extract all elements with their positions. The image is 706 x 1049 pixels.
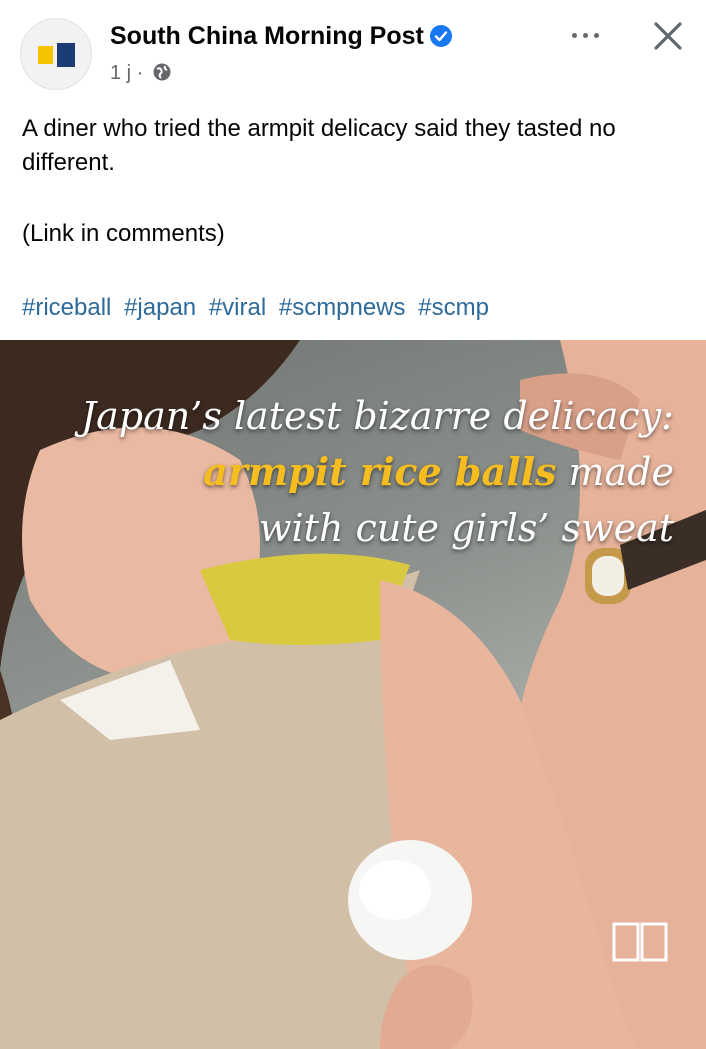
hashtag-viral[interactable]: #viral (209, 294, 266, 321)
hashtag-riceball[interactable]: #riceball (22, 294, 111, 321)
close-icon[interactable] (650, 18, 686, 54)
hashtag-scmpnews[interactable]: #scmpnews (279, 294, 406, 321)
hashtag-list: #riceball #japan #viral #scmpnews #scmp (22, 294, 495, 322)
post-meta: 1 j · (110, 62, 172, 88)
link-note: (Link in comments) (22, 220, 225, 247)
hashtag-scmp[interactable]: #scmp (418, 294, 489, 321)
meta-separator: · (136, 62, 144, 84)
post-text: A diner who tried the armpit delicacy sa… (22, 115, 616, 176)
book-icon[interactable] (612, 922, 668, 962)
post-time[interactable]: 1 j (110, 62, 131, 84)
scmp-logo-blue (57, 43, 75, 67)
page-name[interactable]: South China Morning Post (110, 22, 452, 51)
headline-line-2-rest: made (556, 450, 674, 494)
globe-icon (152, 62, 172, 88)
headline-line-3: with cute girls’ sweat (259, 506, 674, 550)
post-image[interactable]: Japan’s latest bizarre delicacy: armpit … (0, 340, 706, 1049)
post-body: A diner who tried the armpit delicacy sa… (22, 112, 682, 180)
page-name-text[interactable]: South China Morning Post (110, 22, 424, 50)
headline-line-2: armpit rice balls made (81, 444, 674, 500)
scmp-logo-yellow (38, 46, 53, 64)
more-options-icon[interactable] (566, 26, 606, 46)
page-avatar[interactable] (20, 18, 92, 90)
hashtag-japan[interactable]: #japan (124, 294, 196, 321)
headline-line-1: Japan’s latest bizarre delicacy: (80, 394, 674, 438)
verified-badge-icon (429, 25, 452, 47)
headline-highlight: armpit rice balls (203, 449, 557, 494)
post-header: South China Morning Post 1 j · (0, 0, 706, 100)
headline-overlay: Japan’s latest bizarre delicacy: armpit … (81, 388, 674, 556)
